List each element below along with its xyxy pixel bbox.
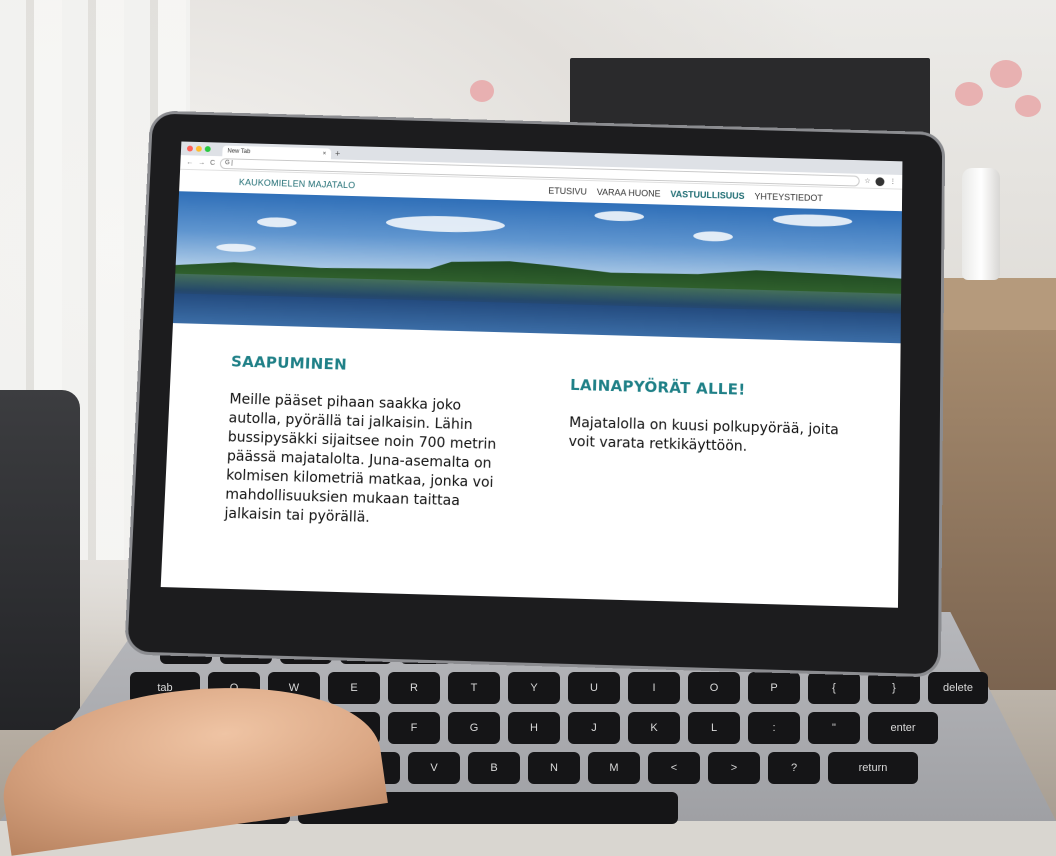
key[interactable]: J (568, 712, 620, 744)
enter-key[interactable]: enter (868, 712, 938, 744)
minimize-window-icon[interactable] (195, 145, 202, 152)
key[interactable]: E (328, 672, 380, 704)
window-controls (186, 142, 211, 156)
site-nav-menu: ETUSIVU VARAA HUONE VASTUULLISUUS YHTEYS… (548, 186, 823, 203)
cloud (216, 243, 257, 253)
nav-varaa-huone[interactable]: VARAA HUONE (597, 187, 661, 199)
return-key[interactable]: return (828, 752, 918, 784)
key[interactable]: N (528, 752, 580, 784)
new-tab-button[interactable]: + (335, 148, 341, 160)
tab-close-icon[interactable]: × (323, 151, 327, 157)
bookmark-star-icon[interactable]: ☆ (864, 177, 870, 185)
key[interactable]: H (508, 712, 560, 744)
key[interactable]: I (628, 672, 680, 704)
flower (990, 60, 1022, 88)
key[interactable]: U (568, 672, 620, 704)
delete-key[interactable]: delete (928, 672, 988, 704)
menu-dots-icon[interactable]: ⋮ (889, 178, 896, 186)
key[interactable]: P (748, 672, 800, 704)
section-body: Majatalolla on kuusi polkupyörää, joita … (568, 414, 839, 455)
section-saapuminen: SAAPUMINEN Meille pääset pihaan saakka j… (224, 353, 501, 532)
key[interactable]: F (388, 712, 440, 744)
key[interactable]: M (588, 752, 640, 784)
cloud (693, 230, 733, 242)
key[interactable]: > (708, 752, 760, 784)
cloud (256, 216, 297, 228)
cloud (772, 213, 853, 228)
shelf (930, 278, 1056, 338)
address-text: G | (224, 159, 233, 166)
key[interactable]: L (688, 712, 740, 744)
key[interactable]: < (648, 752, 700, 784)
key[interactable]: T (448, 672, 500, 704)
wall-tv (570, 58, 930, 136)
laptop-screen: New Tab × + ← → C G | ☆ ⋮ KAUKOMIELEN MA… (160, 141, 903, 608)
key[interactable]: B (468, 752, 520, 784)
key[interactable]: Y (508, 672, 560, 704)
section-heading: SAAPUMINEN (230, 352, 348, 374)
section-heading: LAINAPYÖRÄT ALLE! (569, 375, 746, 399)
back-icon[interactable]: ← (186, 159, 193, 166)
key[interactable]: K (628, 712, 680, 744)
main-content: SAAPUMINEN Meille pääset pihaan saakka j… (164, 323, 901, 543)
hero-lake-image (172, 191, 902, 344)
flower (1015, 95, 1041, 117)
key[interactable]: : (748, 712, 800, 744)
key[interactable]: O (688, 672, 740, 704)
key[interactable]: V (408, 752, 460, 784)
tab-title: New Tab (227, 148, 251, 155)
reload-icon[interactable]: C (210, 159, 215, 166)
forward-icon[interactable]: → (198, 159, 205, 166)
maximize-window-icon[interactable] (204, 146, 211, 153)
close-window-icon[interactable] (186, 145, 194, 152)
key[interactable]: " (808, 712, 860, 744)
key[interactable]: G (448, 712, 500, 744)
key[interactable]: R (388, 672, 440, 704)
nav-vastuullisuus[interactable]: VASTUULLISUUS (670, 189, 744, 201)
key[interactable]: } (868, 672, 920, 704)
site-brand-link[interactable]: KAUKOMIELEN MAJATALO (239, 177, 356, 190)
nav-yhteystiedot[interactable]: YHTEYSTIEDOT (754, 191, 823, 203)
section-body: Meille pääset pihaan saakka joko autolla… (224, 391, 497, 526)
flower (955, 82, 983, 106)
sofa (0, 390, 80, 730)
laptop-lid: New Tab × + ← → C G | ☆ ⋮ KAUKOMIELEN MA… (127, 113, 943, 675)
vase (962, 168, 1000, 280)
profile-avatar[interactable] (875, 176, 885, 186)
key[interactable]: ? (768, 752, 820, 784)
flower (470, 80, 494, 102)
section-lainapyorat: LAINAPYÖRÄT ALLE! Majatalolla on kuusi p… (566, 362, 840, 541)
cloud (385, 214, 506, 234)
key[interactable]: { (808, 672, 860, 704)
nav-etusivu[interactable]: ETUSIVU (548, 186, 587, 197)
cloud (594, 210, 645, 222)
